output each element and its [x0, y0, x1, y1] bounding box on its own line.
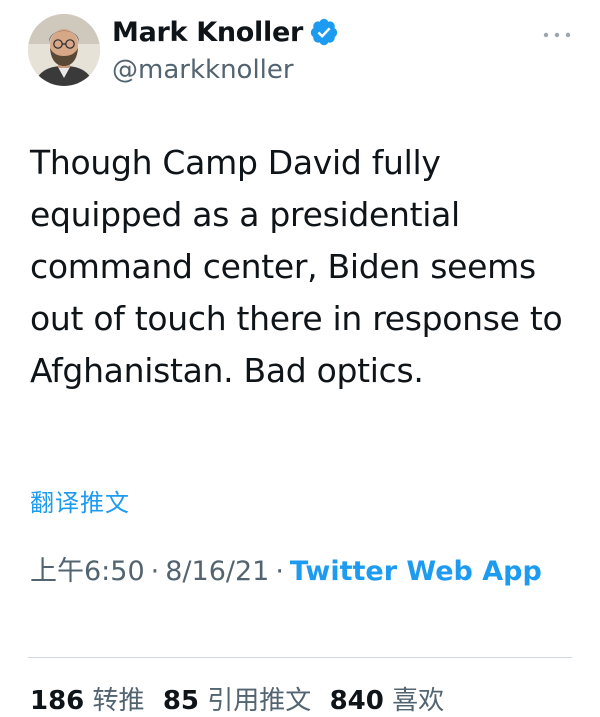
display-name[interactable]: Mark Knoller	[112, 17, 303, 48]
author-handle[interactable]: @markknoller	[112, 55, 294, 85]
user-avatar-icon	[28, 14, 100, 86]
tweet-meta: 上午6:50 · 8/16/21 · Twitter Web App	[30, 550, 575, 594]
quotes-label: 引用推文	[207, 686, 312, 716]
translate-tweet-link[interactable]: 翻译推文	[30, 483, 130, 518]
likes-count: 840	[329, 686, 384, 716]
quotes-count: 85	[162, 686, 200, 716]
divider	[28, 657, 572, 658]
meta-separator: ·	[275, 556, 284, 587]
retweets-count: 186	[30, 686, 85, 716]
quotes-stat[interactable]: 85 引用推文	[163, 686, 320, 716]
display-name-row: Mark Knoller	[112, 12, 339, 52]
tweet-time[interactable]: 上午6:50	[30, 556, 145, 587]
retweets-label: 转推	[92, 686, 145, 716]
author-avatar[interactable]	[28, 14, 100, 86]
meta-separator: ·	[150, 556, 160, 587]
retweets-stat[interactable]: 186 转推	[30, 686, 153, 716]
tweet-stats: 186 转推 85 引用推文 840 喜欢	[30, 680, 454, 717]
verified-badge-icon	[309, 17, 339, 47]
tweet-source-link[interactable]: Twitter Web App	[290, 556, 542, 587]
tweet-text: Though Camp David fully equipped as a pr…	[30, 143, 563, 390]
likes-stat[interactable]: 840 喜欢	[330, 686, 445, 716]
likes-label: 喜欢	[392, 686, 445, 716]
tweet-card: Mark Knoller @markknoller Though Camp Da…	[0, 0, 600, 716]
more-options-icon[interactable]	[542, 26, 572, 38]
tweet-date[interactable]: 8/16/21	[165, 556, 269, 587]
